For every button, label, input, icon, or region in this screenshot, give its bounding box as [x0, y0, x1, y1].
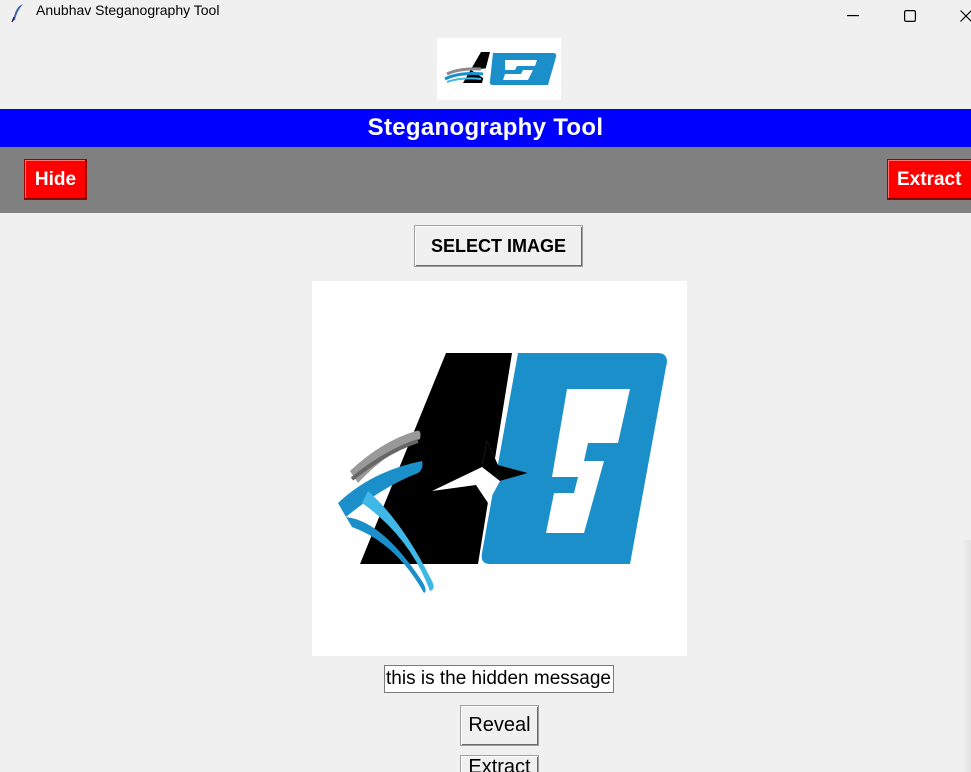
header-logo [437, 38, 561, 100]
message-field[interactable] [384, 665, 614, 693]
title-banner: Steganography Tool [0, 109, 971, 147]
feather-icon [9, 3, 29, 23]
as-logo-icon [444, 52, 557, 85]
close-icon [960, 9, 971, 22]
maximize-button[interactable] [887, 0, 933, 31]
select-image-button[interactable]: SELECT IMAGE [414, 225, 583, 267]
close-button[interactable] [944, 0, 971, 31]
reveal-button[interactable]: Reveal [460, 705, 539, 746]
hide-button[interactable]: Hide [24, 159, 87, 200]
minimize-icon [847, 14, 859, 17]
title-bar: Anubhav Steganography Tool [0, 0, 971, 31]
as-logo-icon [338, 353, 667, 593]
nav-bar: Hide Extract [0, 147, 971, 213]
window-edge-shadow [962, 540, 971, 772]
banner-title: Steganography Tool [367, 114, 604, 141]
extract-nav-button[interactable]: Extract [887, 159, 971, 200]
extract-button[interactable]: Extract [460, 755, 539, 772]
maximize-icon [904, 9, 916, 22]
image-preview [312, 281, 687, 656]
minimize-button[interactable] [830, 0, 876, 31]
window-title: Anubhav Steganography Tool [36, 2, 220, 18]
